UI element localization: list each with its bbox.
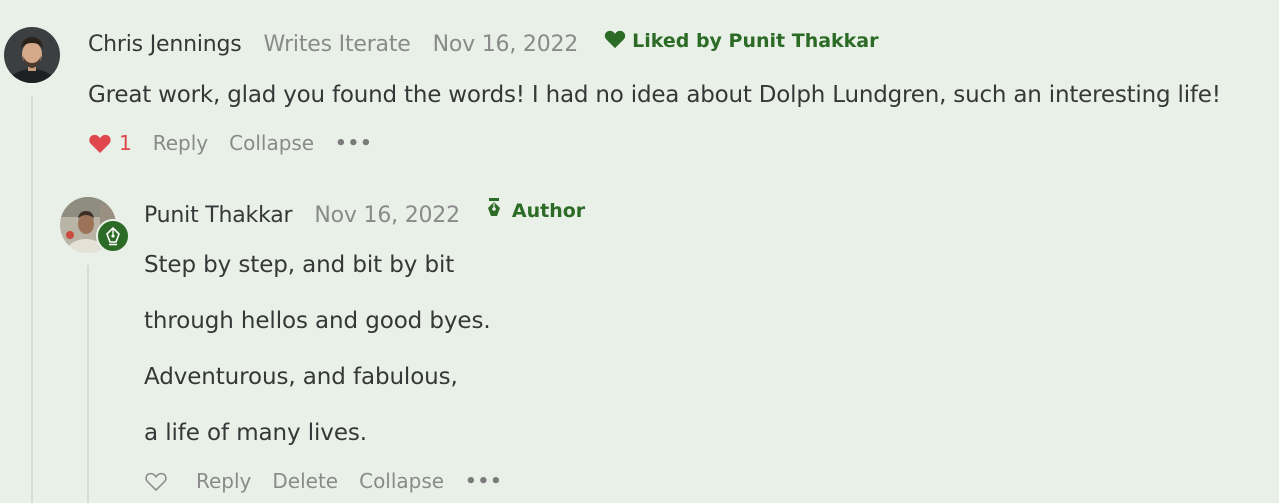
- like-button[interactable]: 1: [88, 131, 132, 155]
- reply-body-line: a life of many lives.: [144, 420, 367, 446]
- comment-date[interactable]: Nov 16, 2022: [433, 32, 579, 57]
- more-options-button[interactable]: •••: [465, 471, 503, 492]
- reply-author-name[interactable]: Punit Thakkar: [144, 203, 293, 228]
- reply-button[interactable]: Reply: [196, 469, 251, 493]
- like-count: 1: [119, 131, 132, 155]
- reply-header: Punit Thakkar Nov 16, 2022 Author: [144, 198, 586, 228]
- avatar-punit-thakkar[interactable]: [60, 197, 130, 253]
- heart-outline-icon: [145, 472, 167, 491]
- comment-actions: 1 Reply Collapse •••: [88, 131, 373, 155]
- pen-nib-icon: [487, 198, 500, 216]
- reply-date[interactable]: Nov 16, 2022: [314, 203, 460, 228]
- liked-by-text: Liked by Punit Thakkar: [632, 30, 879, 52]
- more-options-button[interactable]: •••: [335, 133, 373, 154]
- author-tag-label: Author: [511, 200, 586, 222]
- avatar-chris-jennings[interactable]: [4, 27, 60, 83]
- thread-line-main[interactable]: [31, 96, 33, 503]
- pen-nib-icon: [106, 227, 120, 246]
- reply-body-line: through hellos and good byes.: [144, 308, 491, 334]
- comment-thread: Chris Jennings Writes Iterate Nov 16, 20…: [0, 0, 1279, 503]
- liked-by-author-badge: Liked by Punit Thakkar: [604, 30, 879, 52]
- collapse-button[interactable]: Collapse: [229, 131, 314, 155]
- reply-body-line: Step by step, and bit by bit: [144, 252, 455, 278]
- author-badge: [96, 219, 130, 253]
- collapse-button[interactable]: Collapse: [359, 469, 444, 493]
- reply-body-line: Adventurous, and fabulous,: [144, 364, 458, 390]
- reply-actions: Reply Delete Collapse •••: [144, 469, 503, 493]
- delete-button[interactable]: Delete: [272, 469, 338, 493]
- comment-author-name[interactable]: Chris Jennings: [88, 32, 242, 57]
- comment-header: Chris Jennings Writes Iterate Nov 16, 20…: [88, 30, 879, 57]
- heart-filled-icon: [89, 134, 111, 153]
- thread-line-reply[interactable]: [87, 265, 89, 503]
- heart-filled-icon: [604, 30, 626, 49]
- reply-button[interactable]: Reply: [153, 131, 208, 155]
- like-button[interactable]: [144, 471, 168, 492]
- author-tag: Author: [486, 198, 586, 222]
- comment-body: Great work, glad you found the words! I …: [88, 82, 1221, 108]
- comment-author-publication[interactable]: Writes Iterate: [264, 32, 411, 57]
